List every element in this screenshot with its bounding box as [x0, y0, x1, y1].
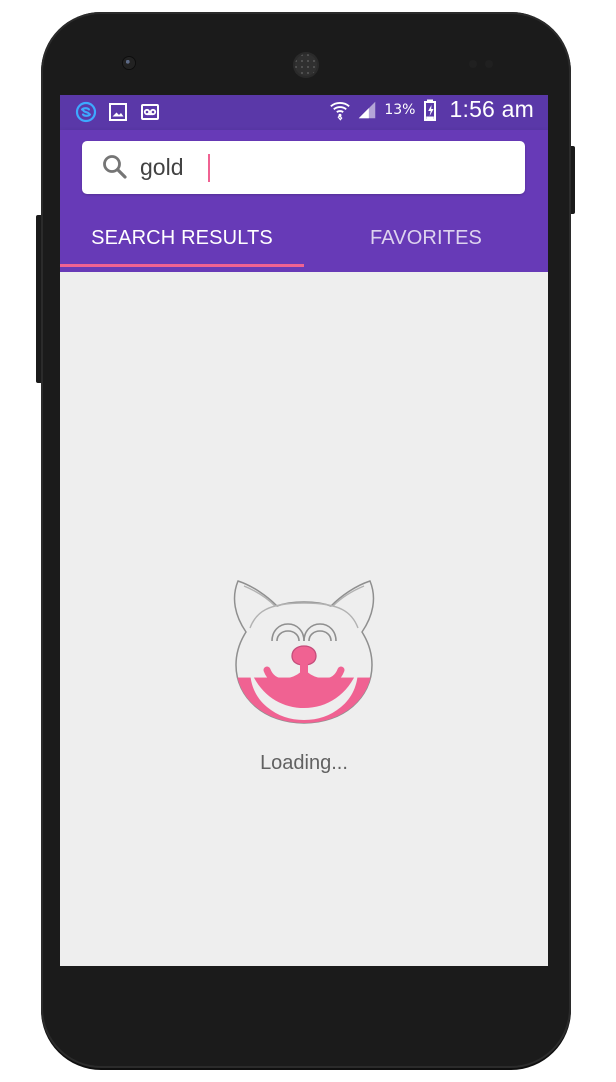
status-right-indicators: 13% 1:56 am	[329, 98, 534, 121]
search-input[interactable]	[140, 151, 500, 183]
search-icon	[100, 152, 130, 182]
app-header: SEARCH RESULTS FAVORITES	[60, 130, 548, 272]
tab-search-results-label: SEARCH RESULTS	[91, 226, 273, 249]
phone-screen: 13% 1:56 am gold SEARCH RESULTS FAVORITE…	[60, 95, 548, 966]
front-camera	[123, 57, 135, 69]
loading-text: Loading...	[260, 752, 348, 774]
search-results-panel: Loading...	[60, 272, 548, 966]
signal-icon	[356, 99, 378, 121]
battery-icon	[420, 99, 442, 121]
status-left-icons	[75, 101, 161, 123]
cat-face-icon	[233, 580, 375, 724]
proximity-sensor	[469, 60, 477, 68]
battery-percent: 13%	[384, 101, 416, 118]
active-tab-indicator	[60, 264, 304, 267]
cat-loader	[222, 566, 386, 730]
gallery-icon	[107, 101, 129, 123]
tab-search-results[interactable]: SEARCH RESULTS	[60, 209, 304, 267]
status-bar: 13% 1:56 am	[60, 95, 548, 130]
tab-favorites[interactable]: FAVORITES	[304, 209, 548, 267]
tab-bar: SEARCH RESULTS FAVORITES	[60, 209, 548, 267]
tab-favorites-label: FAVORITES	[369, 226, 483, 249]
phone-device-frame: 13% 1:56 am gold SEARCH RESULTS FAVORITE…	[41, 12, 571, 1068]
voicemail-icon	[139, 101, 161, 123]
earpiece-speaker	[293, 52, 319, 78]
time-display: 1:56 am	[449, 96, 534, 122]
search-bar[interactable]	[82, 141, 525, 194]
text-cursor	[208, 154, 210, 182]
wifi-icon	[329, 99, 351, 121]
sync-app-icon	[75, 101, 97, 123]
light-sensor	[485, 60, 493, 68]
